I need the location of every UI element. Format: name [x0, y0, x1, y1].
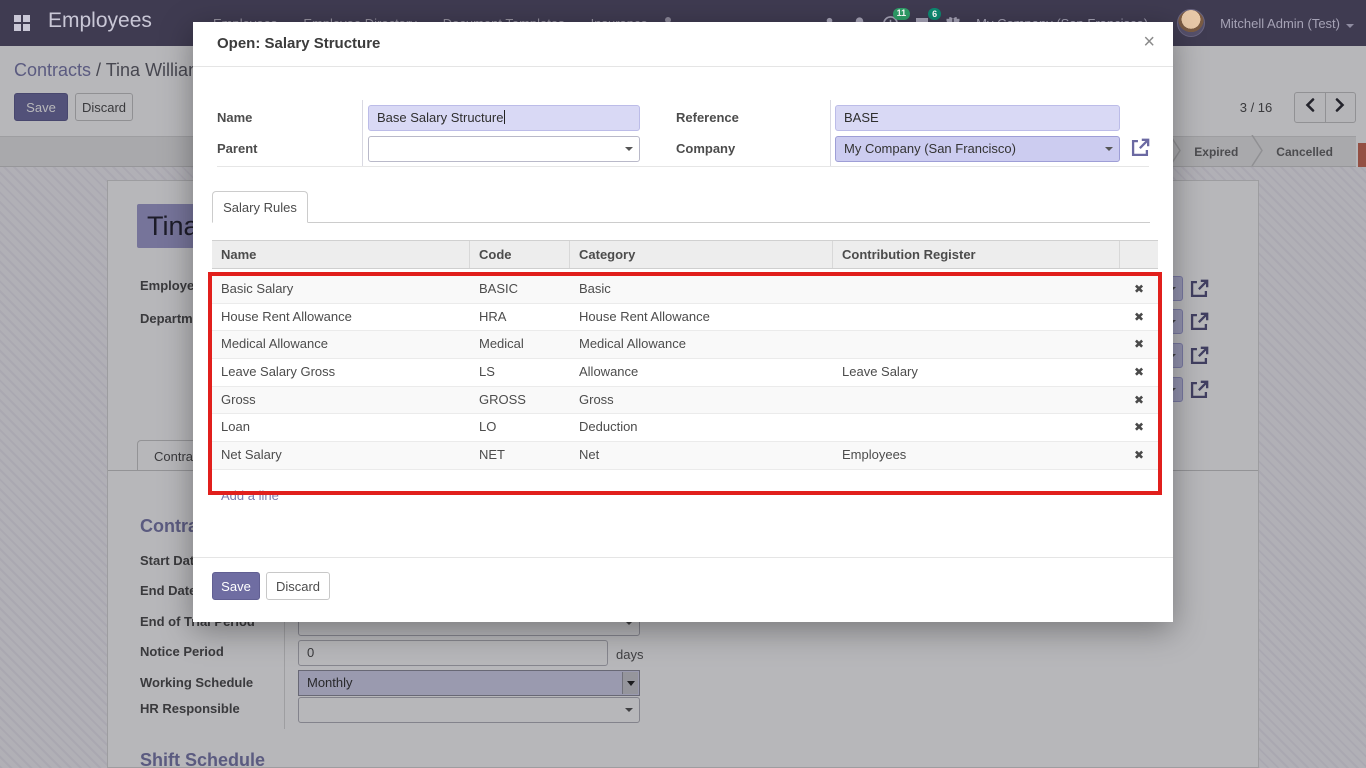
table-row[interactable]: Net SalaryNETNetEmployees✖ — [212, 442, 1158, 470]
table-cell: Basic Salary — [212, 276, 470, 303]
table-cell: Leave Salary Gross — [212, 359, 470, 386]
tab-salary-rules[interactable]: Salary Rules — [212, 191, 308, 223]
parent-select[interactable] — [368, 136, 640, 162]
app-title[interactable]: Employees — [48, 9, 152, 33]
table-row[interactable]: House Rent AllowanceHRAHouse Rent Allowa… — [212, 304, 1158, 332]
table-cell — [833, 304, 1120, 331]
company-value: My Company (San Francisco) — [844, 141, 1016, 156]
table-row[interactable]: Leave Salary GrossLSAllowanceLeave Salar… — [212, 359, 1158, 387]
column-header-code[interactable]: Code — [470, 241, 570, 268]
delete-row-icon[interactable]: ✖ — [1120, 414, 1158, 441]
user-menu[interactable]: Mitchell Admin (Test) — [1220, 16, 1354, 31]
table-cell: Allowance — [570, 359, 833, 386]
modal-footer-divider — [193, 557, 1173, 558]
delete-row-icon[interactable]: ✖ — [1120, 359, 1158, 386]
name-value: Base Salary Structure — [377, 110, 503, 125]
table-cell: NET — [470, 442, 570, 469]
table-row[interactable]: GrossGROSSGross ✖ — [212, 387, 1158, 415]
table-cell: Employees — [833, 442, 1120, 469]
salary-structure-modal: Open: Salary Structure × Name Base Salar… — [193, 22, 1173, 622]
table-row[interactable]: Basic SalaryBASICBasic ✖ — [212, 276, 1158, 304]
activities-badge: 11 — [893, 8, 911, 20]
column-header-name[interactable]: Name — [212, 241, 470, 268]
group-divider — [362, 100, 363, 166]
table-cell: House Rent Allowance — [570, 304, 833, 331]
table-cell: Net — [570, 442, 833, 469]
table-cell: LO — [470, 414, 570, 441]
caret-down-icon — [1105, 147, 1113, 151]
delete-row-icon[interactable]: ✖ — [1120, 331, 1158, 358]
column-header-actions — [1120, 241, 1158, 268]
group-bottom-line — [217, 166, 1149, 167]
tab-bar-line — [212, 222, 1150, 223]
group-divider — [830, 100, 831, 166]
table-cell: LS — [470, 359, 570, 386]
table-cell: Medical Allowance — [570, 331, 833, 358]
table-cell — [833, 276, 1120, 303]
table-cell — [833, 331, 1120, 358]
reference-label: Reference — [676, 110, 739, 125]
table-cell: Loan — [212, 414, 470, 441]
table-cell: Deduction — [570, 414, 833, 441]
table-row[interactable]: LoanLODeduction ✖ — [212, 414, 1158, 442]
table-cell: Gross — [212, 387, 470, 414]
table-cell: Basic — [570, 276, 833, 303]
table-cell — [833, 387, 1120, 414]
name-input[interactable]: Base Salary Structure — [368, 105, 640, 131]
caret-down-icon — [625, 147, 633, 151]
salary-rules-rows: Basic SalaryBASICBasic✖House Rent Allowa… — [212, 276, 1158, 470]
table-cell: Medical — [470, 331, 570, 358]
delete-row-icon[interactable]: ✖ — [1120, 276, 1158, 303]
delete-row-icon[interactable]: ✖ — [1120, 387, 1158, 414]
screen: Contracts / Tina Williams Save Discard 3… — [0, 0, 1366, 768]
reference-input[interactable]: BASE — [835, 105, 1120, 131]
close-icon[interactable]: × — [1143, 32, 1155, 52]
delete-row-icon[interactable]: ✖ — [1120, 304, 1158, 331]
table-cell: BASIC — [470, 276, 570, 303]
caret-down-icon — [1346, 24, 1354, 28]
table-cell: House Rent Allowance — [212, 304, 470, 331]
table-cell — [833, 414, 1120, 441]
table-cell: HRA — [470, 304, 570, 331]
apps-menu-icon[interactable] — [14, 15, 30, 31]
modal-save-button[interactable]: Save — [212, 572, 260, 600]
table-cell: Gross — [570, 387, 833, 414]
table-cell: Net Salary — [212, 442, 470, 469]
delete-row-icon[interactable]: ✖ — [1120, 442, 1158, 469]
parent-label: Parent — [217, 141, 257, 156]
modal-header-divider — [193, 66, 1173, 67]
table-row[interactable]: Medical AllowanceMedicalMedical Allowanc… — [212, 331, 1158, 359]
column-header-contribution-register[interactable]: Contribution Register — [833, 241, 1120, 268]
modal-discard-button[interactable]: Discard — [266, 572, 330, 600]
company-select[interactable]: My Company (San Francisco) — [835, 136, 1120, 162]
text-cursor — [504, 110, 505, 124]
modal-title: Open: Salary Structure — [217, 35, 380, 52]
column-header-category[interactable]: Category — [570, 241, 833, 268]
messages-badge: 6 — [928, 8, 941, 20]
user-name: Mitchell Admin (Test) — [1220, 16, 1340, 31]
table-cell: Leave Salary — [833, 359, 1120, 386]
add-a-line-link[interactable]: Add a line — [221, 488, 279, 503]
reference-value: BASE — [844, 110, 879, 125]
user-avatar[interactable] — [1177, 9, 1205, 37]
table-cell: GROSS — [470, 387, 570, 414]
external-link-icon[interactable] — [1129, 136, 1152, 159]
salary-rules-table-header: Name Code Category Contribution Register — [212, 240, 1158, 269]
company-label: Company — [676, 141, 735, 156]
name-label: Name — [217, 110, 252, 125]
table-cell: Medical Allowance — [212, 331, 470, 358]
